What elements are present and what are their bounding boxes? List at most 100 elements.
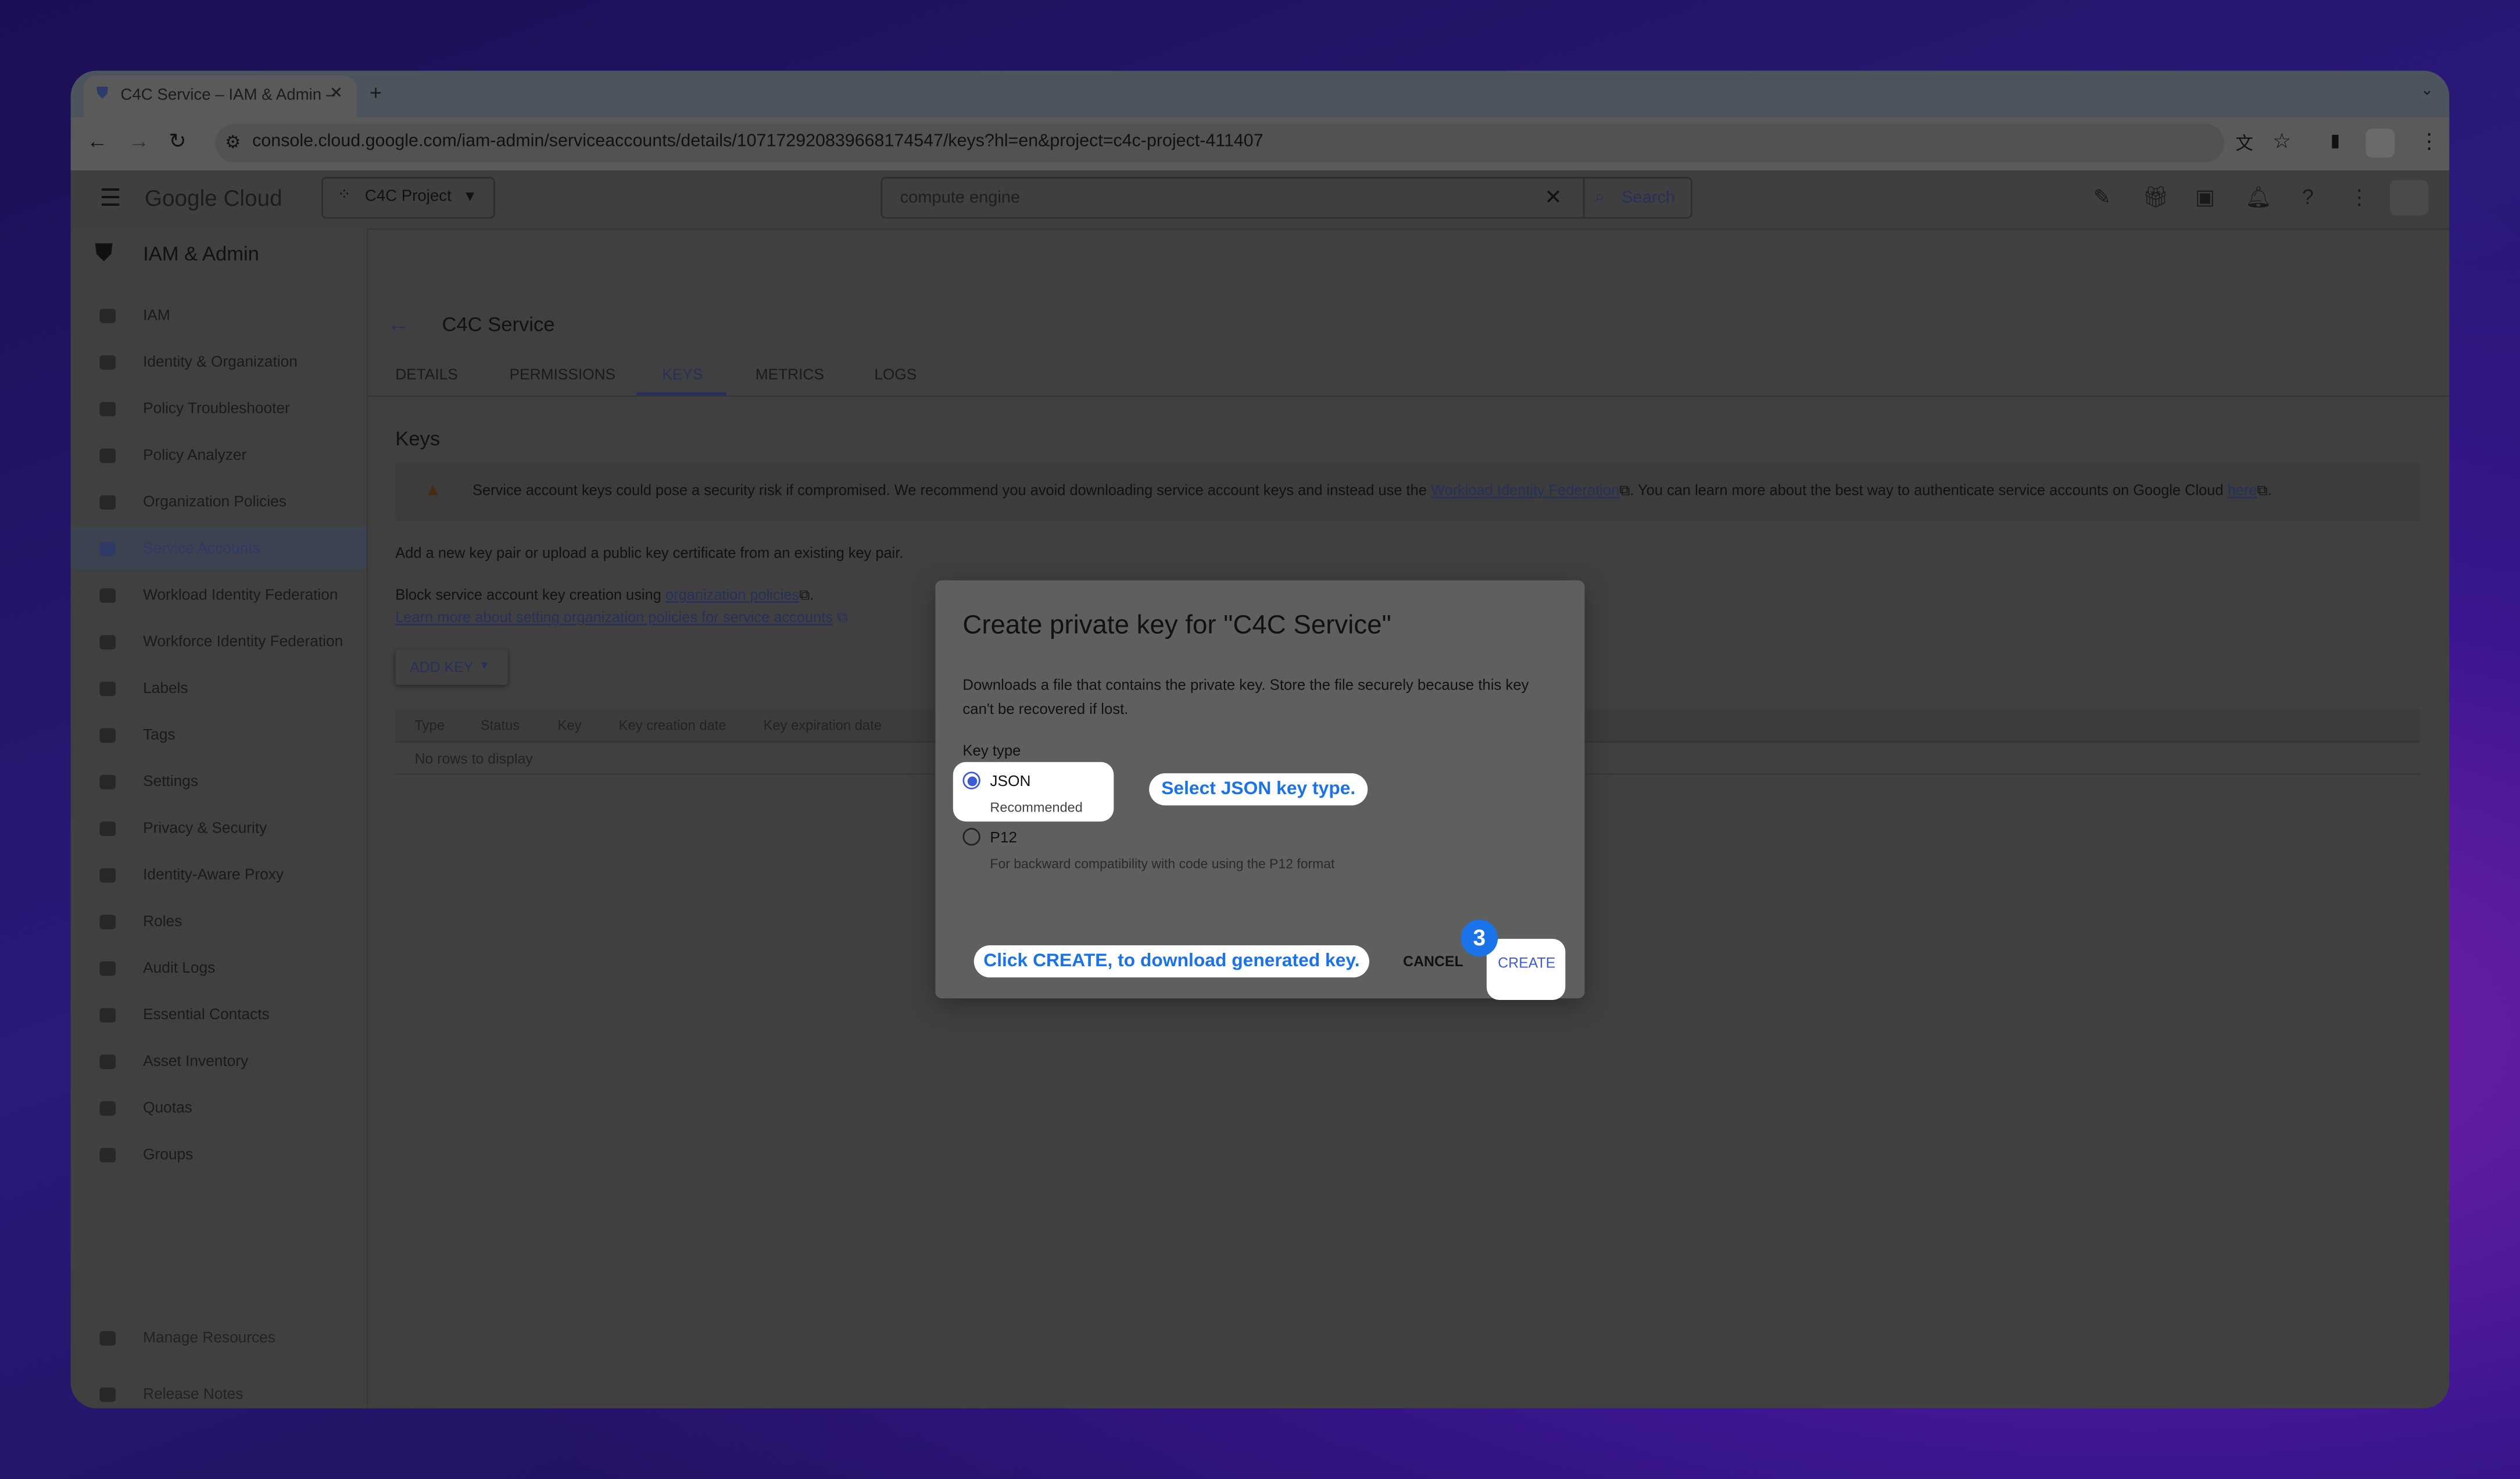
search-button[interactable]: ⌕ Search (1583, 177, 1692, 219)
back-arrow-icon[interactable]: ← (387, 310, 410, 336)
p12-option-sublabel: For backward compatibility with code usi… (990, 855, 1335, 871)
reload-icon[interactable]: ↻ (169, 128, 186, 154)
organization-policies-link[interactable]: organization policies (665, 587, 799, 603)
add-key-button[interactable]: ADD KEY ▼ (395, 649, 508, 685)
search-input[interactable]: compute engine ✕ (880, 177, 1585, 219)
tutorial-callout-click-create: Click CREATE, to download generated key. (973, 945, 1370, 978)
sidebar-item-essential-contacts[interactable]: Essential Contacts (71, 994, 367, 1035)
privacy-security-icon (99, 820, 116, 835)
notifications-icon[interactable]: 🔔︎ (2245, 185, 2272, 209)
json-radio[interactable] (962, 771, 980, 789)
dialog-description: Downloads a file that contains the priva… (962, 677, 1529, 717)
sidebar-item-quotas[interactable]: Quotas (71, 1087, 367, 1128)
tab-keys[interactable]: KEYS (662, 366, 703, 384)
sidebar-item-release-notes[interactable]: Release Notes (71, 1373, 367, 1409)
release-notes-icon (99, 1387, 116, 1401)
sidebar-item-label: Service Accounts (143, 539, 260, 558)
more-options-icon[interactable]: ⋮ (2348, 185, 2371, 209)
cloud-shell-icon[interactable]: ▣ (2194, 185, 2217, 209)
sidebar-item-roles[interactable]: Roles (71, 901, 367, 942)
new-tab-icon[interactable]: + (370, 80, 382, 104)
learn-more-row: Learn more about setting organization po… (395, 609, 847, 627)
side-panel-icon[interactable]: ▮ (2331, 130, 2340, 151)
translate-icon[interactable]: 文 (2236, 130, 2253, 156)
forward-icon[interactable]: → (128, 128, 149, 152)
learn-more-link[interactable]: Learn more about setting organization po… (395, 609, 833, 626)
create-button[interactable]: CREATE (1486, 938, 1566, 1001)
tab-strip: ⛊ C4C Service – IAM & Admin – ✕ + ⌄ (70, 70, 2450, 117)
p12-radio[interactable] (962, 828, 980, 846)
sidebar-item-iam[interactable]: IAM (71, 294, 367, 336)
sidebar-item-policy-troubleshooter[interactable]: Policy Troubleshooter (71, 387, 367, 429)
profile-avatar[interactable] (2365, 128, 2395, 158)
gift-icon[interactable]: 🎁︎ (2142, 185, 2169, 209)
sidebar-item-label: Workforce Identity Federation (143, 633, 343, 651)
tab-logs[interactable]: LOGS (874, 366, 917, 384)
account-avatar[interactable] (2390, 180, 2429, 216)
p12-option-label[interactable]: P12 (990, 830, 1017, 847)
sidebar-item-privacy-security[interactable]: Privacy & Security (71, 807, 367, 849)
sidebar-item-workforce-identity-federation[interactable]: Workforce Identity Federation (71, 620, 367, 662)
hamburger-menu-icon[interactable]: ☰ (99, 183, 121, 212)
dropdown-arrow-icon: ▼ (463, 188, 478, 205)
warning-icon: ▲ (424, 480, 442, 501)
search-icon: ⌕ (1594, 185, 1605, 208)
toolbar: ← → ↻ ⚙ console.cloud.google.com/iam-adm… (70, 117, 2450, 171)
sidebar-item-label: Groups (143, 1145, 194, 1163)
sidebar-item-audit-logs[interactable]: Audit Logs (71, 947, 367, 989)
json-option-label[interactable]: JSON (990, 773, 1030, 791)
browser-menu-icon[interactable]: ⋮ (2419, 128, 2440, 154)
clear-search-icon[interactable]: ✕ (1544, 185, 1562, 210)
feedback-icon[interactable]: ✎ (2091, 185, 2114, 209)
column-status[interactable]: Status (481, 717, 520, 733)
sidebar: ⛊ IAM & Admin IAM Identity & Organization… (70, 228, 368, 1409)
sidebar-item-label: Settings (143, 772, 199, 791)
cancel-button[interactable]: CANCEL (1403, 953, 1463, 970)
json-option-sublabel: Recommended (990, 799, 1083, 816)
audit-logs-icon (99, 960, 116, 976)
here-link[interactable]: here (2228, 483, 2257, 499)
browser-tab[interactable]: ⛊ C4C Service – IAM & Admin – ✕ (83, 75, 357, 117)
iam-icon (99, 308, 116, 323)
screen: ⛊ C4C Service – IAM & Admin – ✕ + ⌄ ← → … (0, 0, 2520, 1479)
sidebar-item-tags[interactable]: Tags (71, 714, 367, 756)
sidebar-item-label: Labels (143, 679, 188, 697)
help-icon[interactable]: ? (2297, 185, 2319, 209)
workload-identity-federation-link[interactable]: Workload Identity Federation (1431, 483, 1619, 499)
column-key-creation-date[interactable]: Key creation date (619, 717, 726, 733)
sidebar-item-manage-resources[interactable]: Manage Resources (71, 1317, 367, 1359)
sidebar-item-identity-organization[interactable]: Identity & Organization (71, 341, 367, 383)
tab-details[interactable]: DETAILS (395, 366, 458, 384)
project-picker[interactable]: ⁘ C4C Project ▼ (321, 177, 495, 219)
settings-icon (99, 774, 116, 789)
sidebar-item-workload-identity-federation[interactable]: Workload Identity Federation (71, 574, 367, 616)
sidebar-item-asset-inventory[interactable]: Asset Inventory (71, 1040, 367, 1082)
back-icon[interactable]: ← (87, 128, 108, 152)
sidebar-item-policy-analyzer[interactable]: Policy Analyzer (71, 434, 367, 476)
column-key-expiration-date[interactable]: Key expiration date (764, 717, 882, 733)
sidebar-item-groups[interactable]: Groups (71, 1134, 367, 1176)
radio-selected-dot (967, 776, 976, 785)
close-tab-icon[interactable]: ✕ (330, 85, 343, 103)
tab-permissions[interactable]: PERMISSIONS (510, 366, 616, 384)
column-type[interactable]: Type (414, 717, 445, 733)
sidebar-item-labels[interactable]: Labels (71, 667, 367, 709)
tab-metrics[interactable]: METRICS (756, 366, 824, 384)
star-icon[interactable]: ☆ (2272, 128, 2291, 154)
console-header: ☰ Google Cloud ⁘ C4C Project ▼ compute e… (70, 170, 2450, 230)
sidebar-item-organization-policies[interactable]: Organization Policies (71, 481, 367, 523)
tab-list-chevron-icon[interactable]: ⌄ (2421, 82, 2434, 99)
sidebar-item-service-accounts[interactable]: Service Accounts (70, 527, 367, 569)
tabs-divider (368, 395, 2450, 398)
sidebar-item-identity-aware-proxy[interactable]: Identity-Aware Proxy (71, 853, 367, 895)
address-bar[interactable]: ⚙ console.cloud.google.com/iam-admin/ser… (215, 123, 2225, 163)
google-cloud-logo[interactable]: Google Cloud (145, 185, 282, 210)
site-info-icon[interactable]: ⚙ (225, 132, 241, 153)
asset-inventory-icon (99, 1053, 116, 1069)
sidebar-title: IAM & Admin (143, 242, 259, 266)
column-key[interactable]: Key (558, 717, 582, 733)
manage-resources-icon (99, 1330, 116, 1345)
sidebar-item-label: Identity-Aware Proxy (143, 866, 284, 884)
sidebar-item-label: Organization Policies (143, 492, 287, 510)
sidebar-item-settings[interactable]: Settings (71, 760, 367, 802)
